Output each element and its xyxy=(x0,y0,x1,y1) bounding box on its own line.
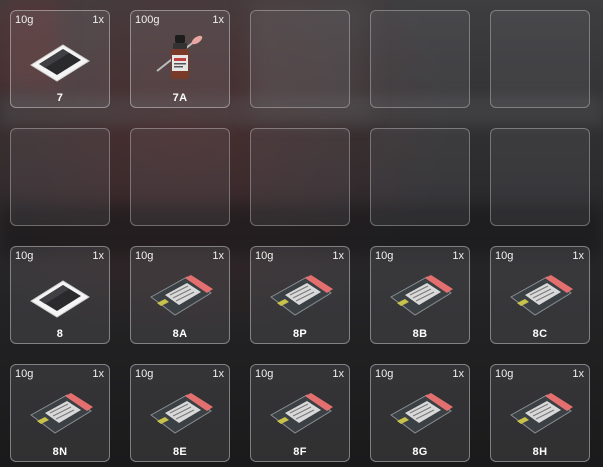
item-weight: 100g xyxy=(135,14,160,26)
item-quantity: 1x xyxy=(332,368,344,380)
item-quantity: 1x xyxy=(572,250,584,262)
item-weight: 10g xyxy=(255,250,274,262)
item-quantity: 1x xyxy=(452,368,464,380)
inventory-slot[interactable]: 10g 1x 8F xyxy=(250,364,350,462)
inventory-slot-empty[interactable] xyxy=(250,128,350,226)
photo-paper-icon xyxy=(30,280,90,318)
item-label: 8C xyxy=(532,328,548,340)
item-quantity: 1x xyxy=(92,14,104,26)
item-label: 8N xyxy=(52,446,68,458)
item-quantity: 1x xyxy=(92,368,104,380)
inventory-slot[interactable]: 10g 1x 8E xyxy=(130,364,230,462)
item-image xyxy=(265,267,335,323)
inventory-slot-empty[interactable] xyxy=(370,10,470,108)
item-quantity: 1x xyxy=(212,14,224,26)
evidence-bag-icon xyxy=(150,393,213,434)
inventory-slot-empty[interactable] xyxy=(250,10,350,108)
inventory-slot-empty[interactable] xyxy=(10,128,110,226)
item-image xyxy=(505,385,575,441)
inventory-slot-empty[interactable] xyxy=(490,10,590,108)
item-image xyxy=(145,385,215,441)
item-image xyxy=(265,385,335,441)
inventory-slot[interactable]: 10g 1x 8P xyxy=(250,246,350,344)
item-weight: 10g xyxy=(135,368,154,380)
item-weight: 10g xyxy=(495,250,514,262)
item-label: 8 xyxy=(56,328,64,340)
inventory-slot[interactable]: 10g 1x 8A xyxy=(130,246,230,344)
inventory-slot-empty[interactable] xyxy=(490,128,590,226)
evidence-bag-icon xyxy=(510,393,573,434)
inventory-slot[interactable]: 100g 1x 7A xyxy=(130,10,230,108)
inventory-slot[interactable]: 10g 1x 8H xyxy=(490,364,590,462)
dropper-bottle-icon xyxy=(156,35,203,79)
item-image xyxy=(145,267,215,323)
item-quantity: 1x xyxy=(92,250,104,262)
inventory-grid: 10g 1x 7 100g 1x 7A 10g 1x 8 10g 1x 8A 10g 1x xyxy=(10,10,590,462)
item-quantity: 1x xyxy=(572,368,584,380)
inventory-slot[interactable]: 10g 1x 7 xyxy=(10,10,110,108)
item-weight: 10g xyxy=(495,368,514,380)
evidence-bag-icon xyxy=(270,393,333,434)
item-quantity: 1x xyxy=(212,368,224,380)
item-label: 8H xyxy=(532,446,548,458)
item-label: 8G xyxy=(412,446,428,458)
evidence-bag-icon xyxy=(150,275,213,316)
item-weight: 10g xyxy=(135,250,154,262)
item-quantity: 1x xyxy=(452,250,464,262)
item-image xyxy=(385,385,455,441)
item-label: 8P xyxy=(292,328,308,340)
inventory-slot[interactable]: 10g 1x 8N xyxy=(10,364,110,462)
item-image xyxy=(25,267,95,323)
evidence-bag-icon xyxy=(510,275,573,316)
evidence-bag-icon xyxy=(390,393,453,434)
item-weight: 10g xyxy=(255,368,274,380)
photo-paper-icon xyxy=(30,44,90,82)
inventory-slot-empty[interactable] xyxy=(370,128,470,226)
item-image xyxy=(385,267,455,323)
inventory-slot[interactable]: 10g 1x 8C xyxy=(490,246,590,344)
item-weight: 10g xyxy=(15,14,34,26)
evidence-bag-icon xyxy=(30,393,93,434)
inventory-slot[interactable]: 10g 1x 8B xyxy=(370,246,470,344)
item-label: 7 xyxy=(56,92,64,104)
item-label: 8E xyxy=(172,446,188,458)
item-image xyxy=(25,31,95,87)
inventory-slot-empty[interactable] xyxy=(130,128,230,226)
item-image xyxy=(505,267,575,323)
item-label: 7A xyxy=(172,92,188,104)
item-weight: 10g xyxy=(15,250,34,262)
item-label: 8B xyxy=(412,328,428,340)
evidence-bag-icon xyxy=(270,275,333,316)
item-weight: 10g xyxy=(375,368,394,380)
item-image xyxy=(145,31,215,87)
inventory-slot[interactable]: 10g 1x 8G xyxy=(370,364,470,462)
item-weight: 10g xyxy=(15,368,34,380)
item-image xyxy=(25,385,95,441)
item-quantity: 1x xyxy=(212,250,224,262)
item-weight: 10g xyxy=(375,250,394,262)
item-label: 8F xyxy=(293,446,307,458)
evidence-bag-icon xyxy=(390,275,453,316)
item-label: 8A xyxy=(172,328,188,340)
item-quantity: 1x xyxy=(332,250,344,262)
inventory-slot[interactable]: 10g 1x 8 xyxy=(10,246,110,344)
